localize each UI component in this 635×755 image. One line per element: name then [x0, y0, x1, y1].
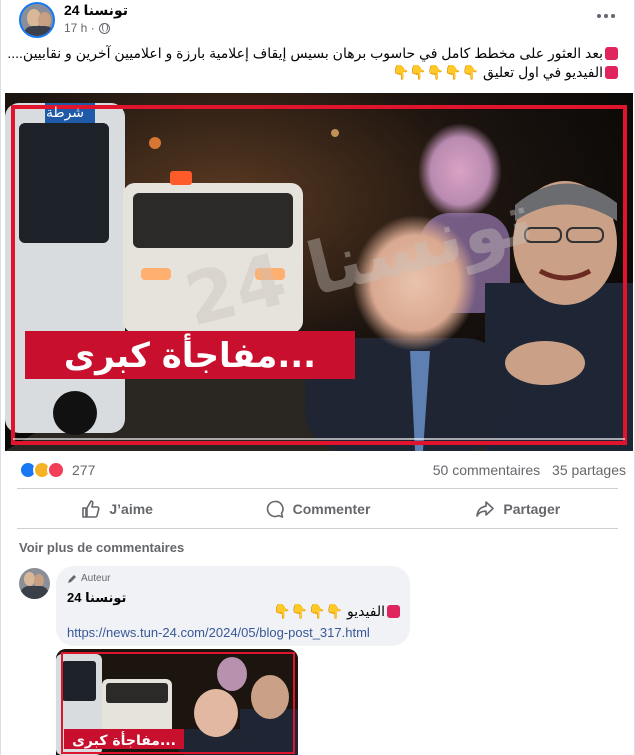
- post-text-line-2: الفيديو في اول تعليق: [483, 64, 603, 80]
- post-time[interactable]: 17 h ·: [64, 21, 95, 35]
- shares-count[interactable]: 35 partages: [552, 462, 626, 478]
- post-card: تونسنا 24 17 h · بعد العثور على مخطط كام…: [0, 0, 635, 755]
- post-text: بعد العثور على مخطط كامل في حاسوب برهان …: [7, 44, 618, 82]
- pointing-down-emojis: 👇👇👇👇👇: [391, 64, 480, 80]
- comment-icon: [266, 500, 284, 518]
- reaction-count[interactable]: 277: [72, 462, 95, 478]
- comment-text: الفيديو 👇👇👇👇: [273, 603, 400, 620]
- reactions-bar: 277 50 commentaires 35 partages: [19, 460, 626, 482]
- pointing-down-emojis: 👇👇👇👇: [273, 603, 344, 619]
- comment-image-thumbnail[interactable]: مفاجأة كبرى...: [56, 649, 298, 755]
- post-meta: 17 h ·: [64, 21, 110, 35]
- comments-count[interactable]: 50 commentaires: [433, 462, 540, 478]
- page-name[interactable]: تونسنا 24: [64, 2, 128, 19]
- pencil-icon: [68, 574, 76, 583]
- post-text-line-1: بعد العثور على مخطط كامل في حاسوب برهان …: [7, 45, 603, 61]
- share-button[interactable]: Partager: [418, 492, 618, 526]
- comment-link[interactable]: https://news.tun-24.com/2024/05/blog-pos…: [67, 625, 370, 640]
- post-header: تونسنا 24 17 h ·: [19, 0, 618, 44]
- reaction-icons[interactable]: [19, 461, 67, 481]
- thumbnail-graphic: مفاجأة كبرى...: [56, 649, 298, 755]
- action-bar: J’aime Commenter Partager: [17, 492, 618, 526]
- author-badge: Auteur: [67, 573, 110, 584]
- comment-bubble: Auteur تونسنا 24 الفيديو 👇👇👇👇 https://ne…: [56, 566, 410, 646]
- post-image-graphic: تونسنا 24 شرطة مفاجأة كبرى...: [5, 93, 633, 451]
- thumbs-up-icon: [82, 500, 100, 518]
- comment-button[interactable]: Commenter: [217, 492, 417, 526]
- love-reaction-icon: [47, 461, 65, 479]
- red-square-icon: [387, 605, 400, 618]
- commenter-avatar[interactable]: [19, 568, 50, 599]
- red-square-icon: [605, 66, 618, 79]
- divider: [17, 488, 618, 489]
- image-headline: مفاجأة كبرى...: [64, 333, 316, 376]
- police-sign-text: شرطة: [46, 105, 84, 121]
- more-options-icon[interactable]: [594, 6, 618, 26]
- comment-author[interactable]: تونسنا 24: [67, 590, 126, 606]
- page-avatar[interactable]: [19, 2, 55, 38]
- like-label: J’aime: [109, 501, 153, 517]
- red-square-icon: [605, 47, 618, 60]
- divider: [17, 528, 618, 529]
- comment-label: Commenter: [292, 501, 371, 517]
- share-icon: [476, 501, 495, 517]
- post-image[interactable]: تونسنا 24 شرطة مفاجأة كبرى...: [5, 93, 633, 451]
- globe-icon: [98, 22, 110, 34]
- thumbnail-headline: مفاجأة كبرى...: [72, 731, 176, 749]
- like-button[interactable]: J’aime: [17, 492, 217, 526]
- view-more-comments-link[interactable]: Voir plus de commentaires: [19, 540, 184, 555]
- share-label: Partager: [503, 501, 561, 517]
